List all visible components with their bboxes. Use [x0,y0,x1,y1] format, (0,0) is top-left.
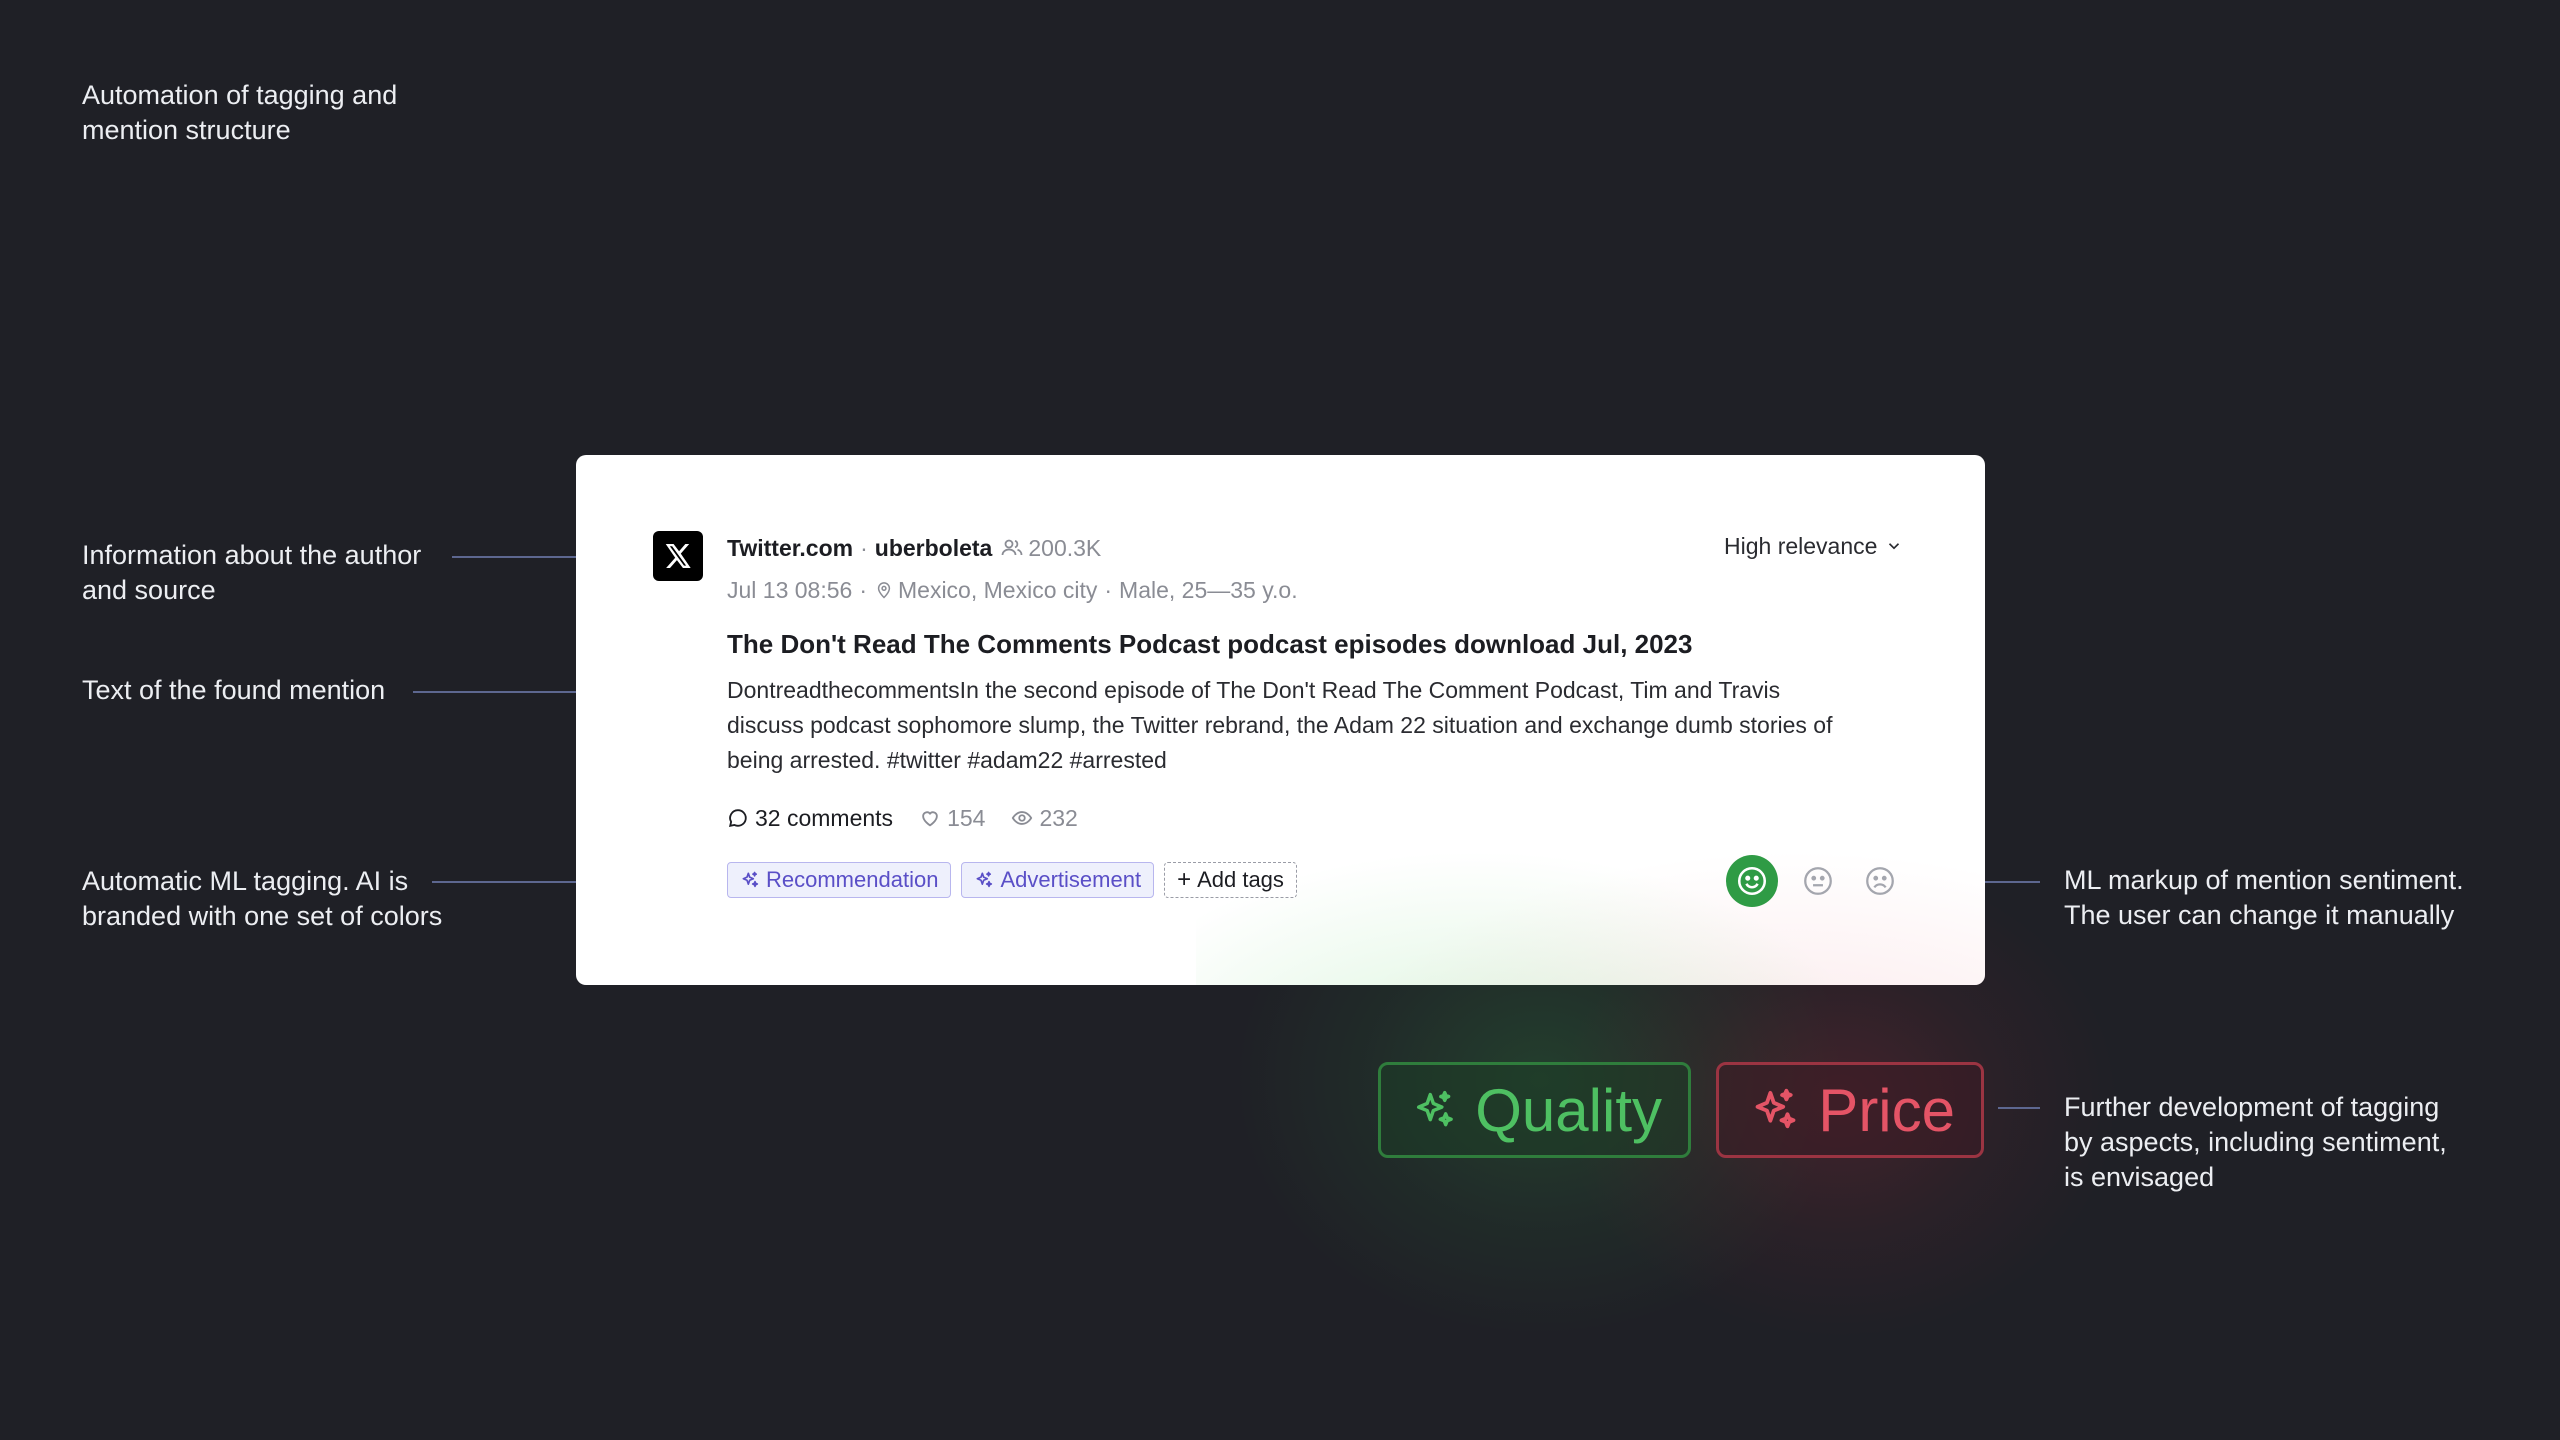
mention-title[interactable]: The Don't Read The Comments Podcast podc… [727,627,1692,661]
aspect-label: Quality [1475,1076,1662,1144]
tag-recommendation[interactable]: Recommendation [727,862,952,898]
sad-face-icon [1866,867,1894,895]
tag-label: Advertisement [1000,867,1142,892]
eye-icon [1012,811,1033,825]
heart-icon [922,811,938,827]
tag-label: Recommendation [766,867,939,892]
aspects-connector [1998,1107,2040,1109]
stats-row: 32 comments 154 232 [727,803,1104,833]
views-stat: 232 [1011,804,1078,832]
chevron-down-icon [1889,543,1900,550]
tag-advertisement[interactable]: Advertisement [961,862,1155,898]
sentiment-selector [1726,855,1920,907]
neutral-sentiment-button[interactable] [1796,859,1840,903]
location: Mexico, Mexico city [898,576,1098,603]
relevance-dropdown[interactable]: High relevance [1724,531,1903,561]
comment-icon [728,809,747,827]
date: Jul 13 08:56 [727,576,853,603]
comments-count: 32 comments [755,804,894,831]
comments-stat[interactable]: 32 comments [727,805,893,832]
followers-count: 200.3K [1000,535,1101,562]
ml-tagging-note: Automatic ML tagging. AI is branded with… [82,866,443,931]
separator: · [859,576,867,603]
ai-sparkle-icon [1416,1090,1453,1127]
views-count: 232 [1039,804,1078,831]
demographics: Male, 25—35 y.o. [1119,576,1298,603]
users-icon [1001,539,1023,556]
likes-stat: 154 [919,805,985,832]
location-pin-icon [877,582,891,599]
add-tags-button[interactable]: + Add tags [1164,862,1297,898]
tags-row: Recommendation Advertisement + Add tags [727,862,1307,898]
author-link[interactable]: uberboleta [875,535,993,562]
add-tags-label: Add tags [1197,867,1284,892]
source-link[interactable]: Twitter.com [727,535,853,562]
separator: · [860,534,868,561]
ai-sparkle-icon [976,871,993,888]
plus-icon: + [1177,866,1192,893]
ai-sparkle-icon [1755,1088,1796,1129]
separator: · [1104,576,1113,603]
mention-card: Twitter.com · uberboleta 200.3K Jul 13 0… [576,455,1985,985]
x-logo-icon[interactable] [653,531,703,581]
followers-value: 200.3K [1028,534,1102,561]
author-source-note: Information about the author and source [82,540,422,605]
sentiment-note: ML markup of mention sentiment. The user… [2064,865,2464,930]
ai-sparkle-icon [742,871,759,888]
likes-count: 154 [947,804,986,831]
smile-icon [1737,866,1767,896]
aspect-tag-quality[interactable]: Quality [1378,1062,1691,1158]
mention-body: DontreadthecommentsIn the second episode… [727,677,1833,773]
heading-note: Automation of tagging and mention struct… [82,80,398,145]
negative-sentiment-button[interactable] [1858,859,1902,903]
aspects-note: Further development of tagging by aspect… [2064,1092,2447,1192]
author-source-row: Twitter.com · uberboleta 200.3K [727,533,1101,563]
neutral-face-icon [1804,867,1832,895]
mention-text-note: Text of the found mention [82,675,386,705]
aspect-tag-price[interactable]: Price [1716,1062,1984,1158]
relevance-label: High relevance [1724,532,1878,559]
meta-row: Jul 13 08:56 · Mexico, Mexico city · Mal… [727,575,1298,605]
aspect-label: Price [1818,1076,1955,1144]
positive-sentiment-button[interactable] [1726,855,1778,907]
